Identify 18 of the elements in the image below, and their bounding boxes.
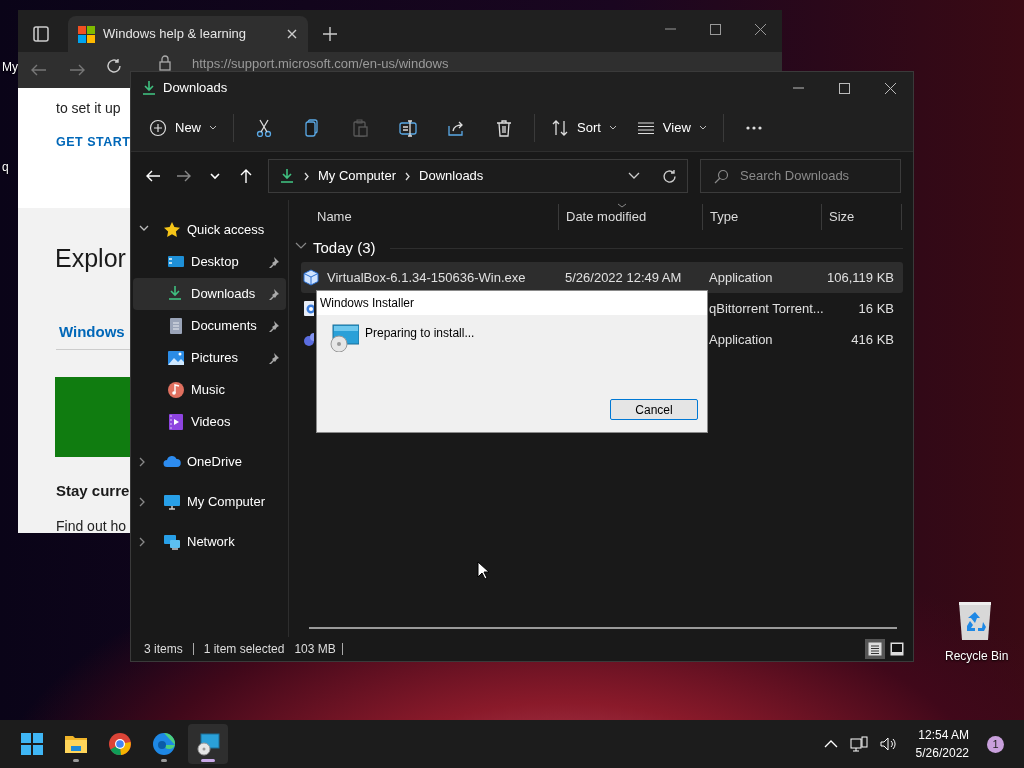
window-title: Downloads (163, 79, 229, 98)
body-text: to set it up (56, 99, 121, 118)
status-text: 1 item selected (203, 641, 285, 658)
file-size: 16 KB (858, 300, 894, 316)
file-type: qBittorrent Torrent... (709, 300, 824, 316)
section-heading: Explor (55, 243, 126, 274)
file-size: 106,119 KB (827, 269, 894, 285)
dialog-title: Windows Installer (317, 291, 707, 315)
body-text: Find out ho (56, 517, 127, 536)
file-date: 5/26/2022 12:49 AM (565, 269, 682, 285)
status-text: 3 items (144, 641, 183, 658)
file-type: Application (709, 331, 773, 347)
status-text: 103 MB (294, 641, 336, 658)
file-type: Application (709, 269, 773, 285)
card-heading: Stay curre (56, 481, 130, 501)
file-size: 416 KB (851, 331, 894, 347)
file-name: VirtualBox-6.1.34-150636-Win.exe (327, 268, 526, 287)
dialog-message: Preparing to install... (365, 325, 475, 342)
